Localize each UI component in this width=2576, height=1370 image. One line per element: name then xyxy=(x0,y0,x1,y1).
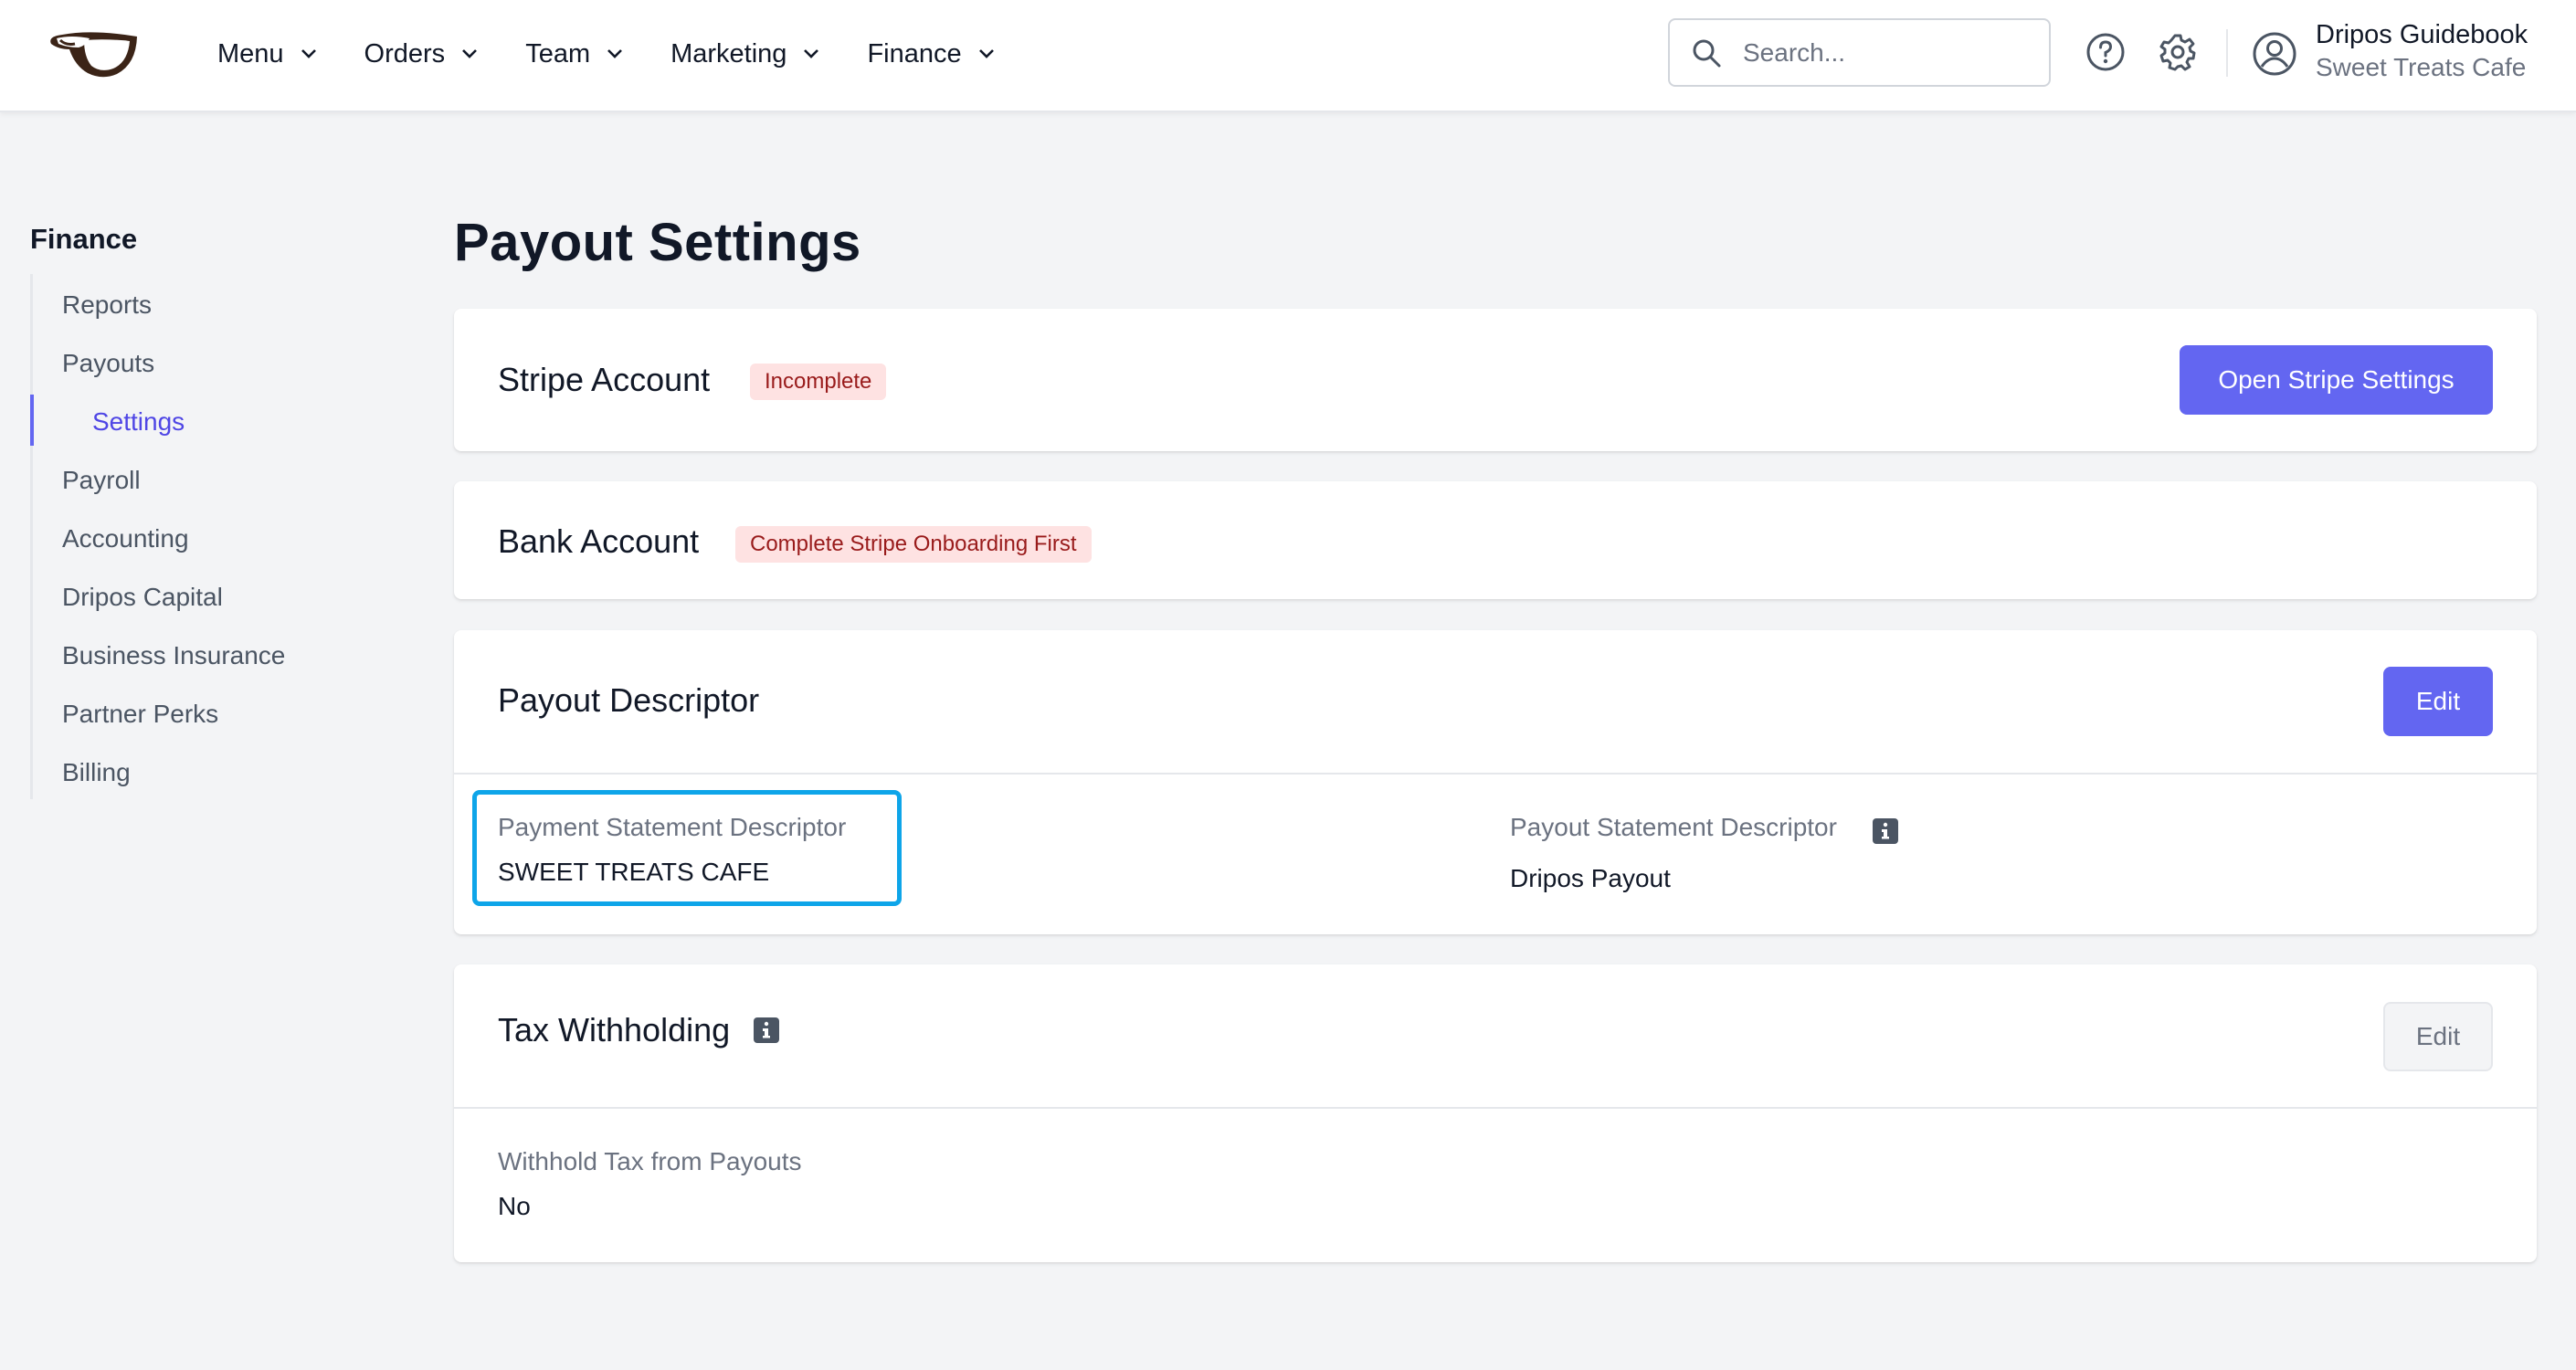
chevron-down-icon xyxy=(462,49,478,58)
nav-orders[interactable]: Orders xyxy=(364,39,479,69)
sidebar-item-business-insurance[interactable]: Business Insurance xyxy=(62,641,285,670)
user-name[interactable]: Dripos Guidebook xyxy=(2316,20,2528,50)
withhold-tax-label: Withhold Tax from Payouts xyxy=(498,1147,802,1175)
main-nav: Menu Orders Team Marketing Finance xyxy=(217,0,1042,108)
nav-menu[interactable]: Menu xyxy=(217,39,317,69)
chevron-down-icon xyxy=(978,49,994,58)
tax-withholding-card: Tax Withholding Edit Withhold Tax from P… xyxy=(454,964,2537,1262)
info-icon[interactable] xyxy=(754,1017,779,1043)
search-box[interactable] xyxy=(1668,18,2051,87)
chevron-down-icon xyxy=(607,49,623,58)
stripe-account-title: Stripe Account xyxy=(498,361,711,398)
nav-team[interactable]: Team xyxy=(525,39,623,69)
business-name[interactable]: Sweet Treats Cafe xyxy=(2316,53,2526,82)
bank-account-card: Bank Account Complete Stripe Onboarding … xyxy=(454,481,2537,599)
card-divider xyxy=(454,1107,2537,1109)
nav-finance-label: Finance xyxy=(867,38,962,68)
active-indicator xyxy=(30,395,34,446)
help-circle-icon[interactable] xyxy=(2085,32,2126,72)
gear-icon[interactable] xyxy=(2158,32,2198,72)
sidebar-item-payroll[interactable]: Payroll xyxy=(62,466,141,495)
stripe-account-card: Stripe Account Incomplete Open Stripe Se… xyxy=(454,309,2537,451)
page-title: Payout Settings xyxy=(454,213,861,272)
chevron-down-icon xyxy=(804,49,819,58)
bank-status-badge: Complete Stripe Onboarding First xyxy=(735,526,1092,563)
payout-statement-descriptor-label: Payout Statement Descriptor xyxy=(1510,813,1837,841)
payout-descriptor-card: Payout Descriptor Edit Payment Statement… xyxy=(454,630,2537,934)
search-input[interactable] xyxy=(1743,37,2035,68)
header-divider xyxy=(2226,29,2228,77)
nav-marketing[interactable]: Marketing xyxy=(670,39,819,69)
search-icon xyxy=(1693,39,1721,67)
sidebar-item-dripos-capital[interactable]: Dripos Capital xyxy=(62,583,223,612)
coffee-cup-logo-icon[interactable] xyxy=(42,26,143,80)
stripe-status-badge: Incomplete xyxy=(750,364,887,400)
top-bar: Menu Orders Team Marketing Finance Searc… xyxy=(0,0,2576,112)
descriptor-edit-button[interactable]: Edit xyxy=(2383,667,2493,736)
nav-menu-label: Menu xyxy=(217,38,284,68)
sidebar-item-billing[interactable]: Billing xyxy=(62,758,131,787)
payout-statement-descriptor-value: Dripos Payout xyxy=(1510,864,1671,892)
sidebar-item-settings[interactable]: Settings xyxy=(92,407,185,437)
nav-marketing-label: Marketing xyxy=(670,38,787,68)
sidebar-item-partner-perks[interactable]: Partner Perks xyxy=(62,700,218,729)
tax-withholding-title: Tax Withholding xyxy=(498,1011,731,1049)
highlight-box xyxy=(472,790,902,906)
sidebar-title: Finance xyxy=(30,223,138,255)
open-stripe-settings-button[interactable]: Open Stripe Settings xyxy=(2180,345,2493,415)
nav-finance[interactable]: Finance xyxy=(867,39,994,69)
chevron-down-icon xyxy=(301,49,316,58)
payout-descriptor-title: Payout Descriptor xyxy=(498,681,760,719)
payment-statement-descriptor-value: SWEET TREATS CAFE xyxy=(498,858,770,886)
card-divider xyxy=(454,773,2537,775)
sidebar-item-reports[interactable]: Reports xyxy=(62,290,152,320)
nav-orders-label: Orders xyxy=(364,38,446,68)
sidebar-item-payouts[interactable]: Payouts xyxy=(62,349,154,378)
withhold-tax-value: No xyxy=(498,1192,531,1220)
payment-statement-descriptor-label: Payment Statement Descriptor xyxy=(498,813,847,841)
bank-account-title: Bank Account xyxy=(498,522,700,560)
info-icon[interactable] xyxy=(1873,818,1898,844)
user-avatar-icon[interactable] xyxy=(2252,31,2297,77)
tax-edit-button[interactable]: Edit xyxy=(2383,1002,2493,1071)
sidebar-item-accounting[interactable]: Accounting xyxy=(62,524,189,553)
nav-team-label: Team xyxy=(525,38,591,68)
sidebar-nav: Reports Payouts Settings Payroll Account… xyxy=(30,274,377,799)
